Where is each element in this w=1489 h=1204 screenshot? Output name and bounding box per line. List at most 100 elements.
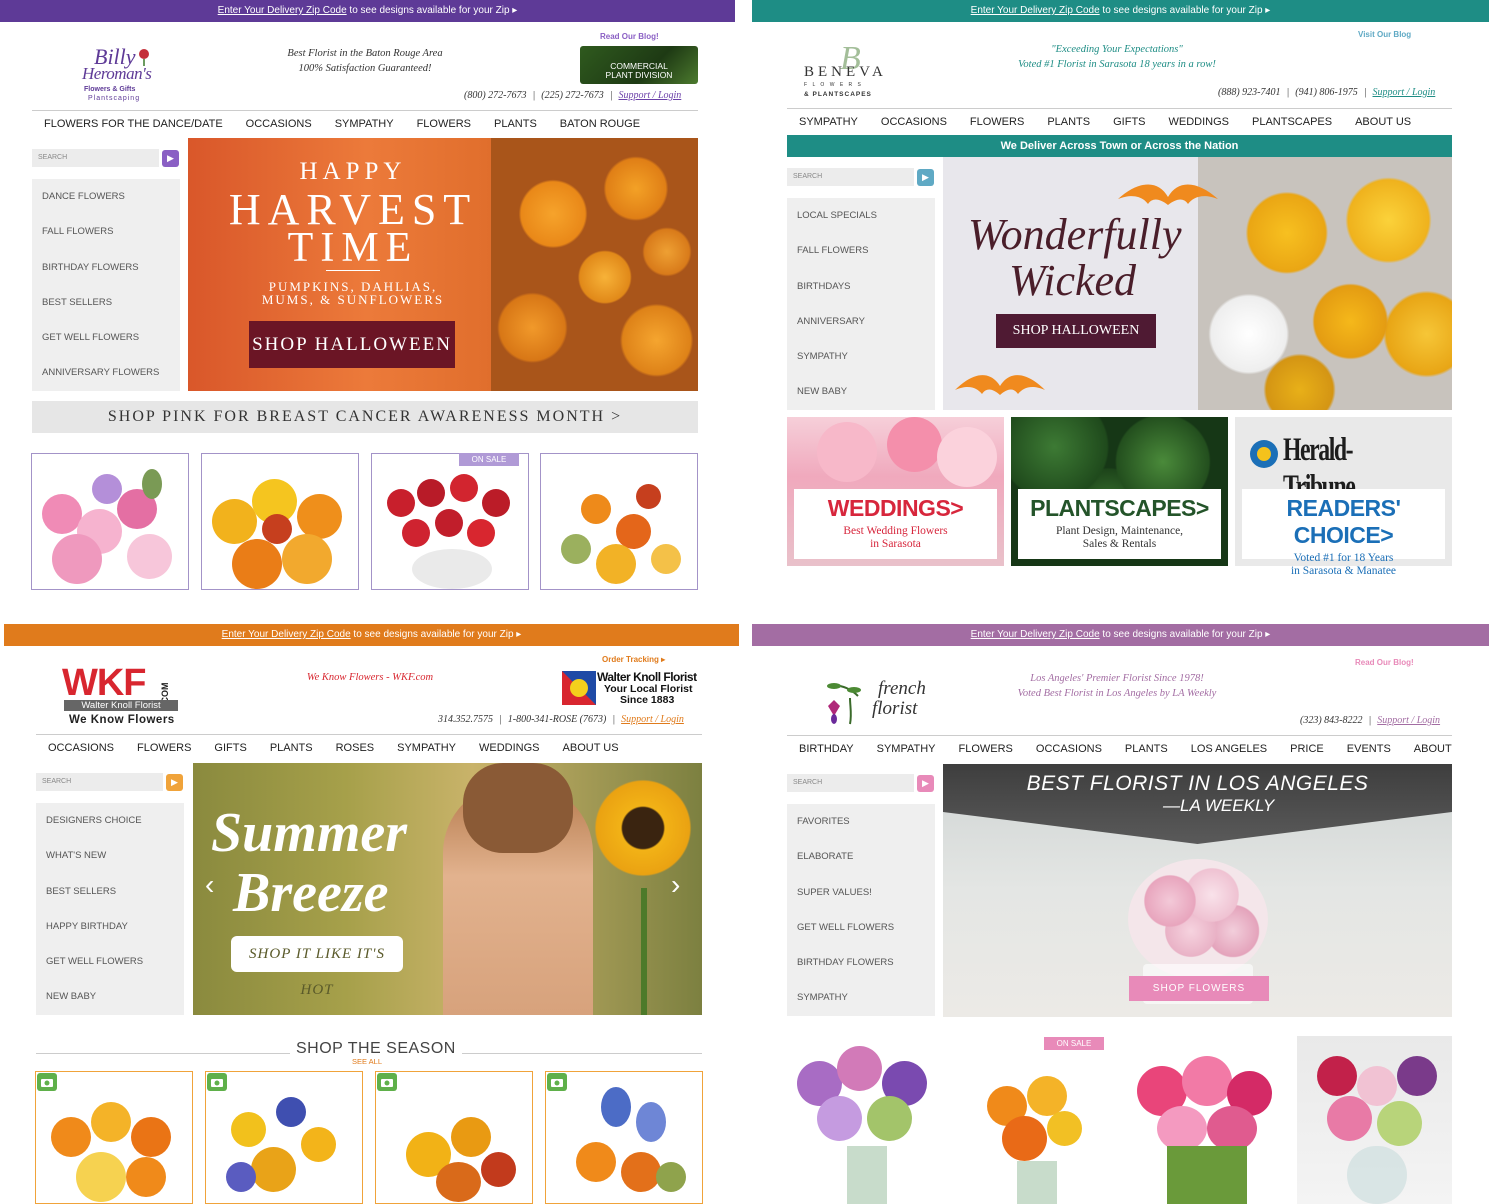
search-arrow-icon[interactable]: ▶	[162, 150, 179, 167]
zip-code-link[interactable]: Enter Your Delivery Zip Code	[971, 629, 1100, 640]
sidebar-item[interactable]: ELABORATE	[787, 839, 935, 874]
phone-1[interactable]: (323) 843-8222	[1300, 715, 1363, 726]
chevron-right-icon[interactable]: ›	[671, 869, 680, 901]
billy-logo[interactable]: Billy Heroman's Flowers & Gifts Plantsca…	[78, 44, 163, 104]
wkf-logo[interactable]: WKF .COM Walter Knoll Florist We Know Fl…	[62, 662, 187, 730]
sidebar-item[interactable]: NEW BABY	[36, 979, 184, 1014]
nav-flowers[interactable]: FLOWERS	[417, 118, 471, 130]
support-login-link[interactable]: Support / Login	[1377, 715, 1440, 726]
sidebar-item[interactable]: BIRTHDAY FLOWERS	[32, 250, 180, 285]
phone-2[interactable]: (941) 806-1975	[1295, 87, 1358, 98]
shop-halloween-button[interactable]: SHOP HALLOWEEN	[996, 314, 1156, 348]
nav-weddings[interactable]: WEDDINGS	[479, 742, 540, 754]
hero-banner[interactable]: Summer Breeze SHOP IT LIKE IT'S HOT ‹ ›	[193, 763, 702, 1015]
french-florist-logo[interactable]: french florist	[820, 674, 930, 730]
nav-occasions[interactable]: OCCASIONS	[1036, 743, 1102, 755]
nav-occasions[interactable]: OCCASIONS	[48, 742, 114, 754]
sidebar-item[interactable]: DESIGNERS CHOICE	[36, 803, 184, 838]
sidebar-item[interactable]: BIRTHDAYS	[787, 269, 935, 304]
product-tile[interactable]	[371, 453, 529, 590]
sidebar-item[interactable]: BEST SELLERS	[36, 874, 184, 909]
nav-dance[interactable]: FLOWERS FOR THE DANCE/DATE	[44, 118, 223, 130]
support-login-link[interactable]: Support / Login	[621, 714, 684, 725]
sidebar-item[interactable]: BEST SELLERS	[32, 285, 180, 320]
sidebar-item[interactable]: SYMPATHY	[787, 980, 935, 1015]
zip-code-link[interactable]: Enter Your Delivery Zip Code	[971, 5, 1100, 16]
phone-1[interactable]: (800) 272-7673	[464, 90, 527, 101]
sidebar-item[interactable]: GET WELL FLOWERS	[36, 944, 184, 979]
sidebar-item[interactable]: WHAT'S NEW	[36, 838, 184, 873]
nav-gifts[interactable]: GIFTS	[214, 742, 246, 754]
sidebar-item[interactable]: ANNIVERSARY FLOWERS	[32, 355, 180, 390]
product-tile[interactable]	[1127, 1036, 1285, 1204]
sidebar-item[interactable]: GET WELL FLOWERS	[32, 320, 180, 355]
product-tile[interactable]	[545, 1071, 703, 1204]
zip-code-link[interactable]: Enter Your Delivery Zip Code	[222, 629, 351, 640]
sidebar-item[interactable]: SYMPATHY	[787, 339, 935, 374]
blog-link[interactable]: Read Our Blog!	[1355, 658, 1414, 667]
product-tile[interactable]	[31, 453, 189, 590]
sidebar-item[interactable]: DANCE FLOWERS	[32, 179, 180, 214]
sidebar-item[interactable]: ANNIVERSARY	[787, 304, 935, 339]
nav-price[interactable]: PRICE	[1290, 743, 1324, 755]
shop-halloween-button[interactable]: SHOP HALLOWEEN	[249, 321, 455, 368]
sidebar-item[interactable]: LOCAL SPECIALS	[787, 198, 935, 233]
nav-sympathy[interactable]: SYMPATHY	[335, 118, 394, 130]
plantscapes-tile[interactable]: PLANTSCAPES> Plant Design, Maintenance, …	[1011, 417, 1228, 566]
nav-birthday[interactable]: BIRTHDAY	[799, 743, 854, 755]
product-tile[interactable]	[375, 1071, 533, 1204]
hero-banner[interactable]: HAPPY HARVEST TIME PUMPKINS, DAHLIAS, MU…	[188, 138, 698, 391]
zip-code-bar[interactable]: Enter Your Delivery Zip Code to see desi…	[0, 0, 735, 22]
nav-weddings[interactable]: WEDDINGS	[1169, 116, 1230, 128]
sidebar-item[interactable]: NEW BABY	[787, 374, 935, 409]
product-tile[interactable]	[957, 1036, 1115, 1204]
pink-awareness-banner[interactable]: SHOP PINK FOR BREAST CANCER AWARENESS MO…	[32, 401, 698, 433]
nav-roses[interactable]: ROSES	[336, 742, 375, 754]
sidebar-item[interactable]: FAVORITES	[787, 804, 935, 839]
support-login-link[interactable]: Support / Login	[1373, 87, 1436, 98]
nav-baton-rouge[interactable]: BATON ROUGE	[560, 118, 640, 130]
nav-about-us[interactable]: ABOUT US	[563, 742, 619, 754]
zip-code-bar[interactable]: Enter Your Delivery Zip Code to see desi…	[752, 0, 1489, 22]
nav-sympathy[interactable]: SYMPATHY	[397, 742, 456, 754]
search-arrow-icon[interactable]: ▶	[917, 169, 934, 186]
zip-code-link[interactable]: Enter Your Delivery Zip Code	[218, 5, 347, 16]
commercial-plant-button[interactable]: COMMERCIAL PLANT DIVISION	[580, 46, 698, 84]
nav-sympathy[interactable]: SYMPATHY	[877, 743, 936, 755]
search-input[interactable]: SEARCH	[36, 773, 163, 791]
nav-plantscapes[interactable]: PLANTSCAPES	[1252, 116, 1332, 128]
phone-2[interactable]: 1-800-341-ROSE (7673)	[508, 714, 607, 725]
nav-events[interactable]: EVENTS	[1347, 743, 1391, 755]
phone-2[interactable]: (225) 272-7673	[541, 90, 604, 101]
phone-1[interactable]: 314.352.7575	[438, 714, 493, 725]
product-tile[interactable]	[540, 453, 698, 590]
camera-icon[interactable]	[37, 1073, 57, 1091]
product-tile[interactable]	[35, 1071, 193, 1204]
search-arrow-icon[interactable]: ▶	[917, 775, 934, 792]
nav-los-angeles[interactable]: LOS ANGELES	[1191, 743, 1267, 755]
sidebar-item[interactable]: SUPER VALUES!	[787, 875, 935, 910]
zip-code-bar[interactable]: Enter Your Delivery Zip Code to see desi…	[4, 624, 739, 646]
phone-1[interactable]: (888) 923-7401	[1218, 87, 1281, 98]
readers-choice-tile[interactable]: Herald-Tribune READERS' CHOICE> Voted #1…	[1235, 417, 1452, 577]
nav-plants[interactable]: PLANTS	[1047, 116, 1090, 128]
product-tile[interactable]	[787, 1036, 945, 1204]
nav-sympathy[interactable]: SYMPATHY	[799, 116, 858, 128]
product-tile[interactable]	[205, 1071, 363, 1204]
blog-link[interactable]: Visit Our Blog	[1358, 30, 1411, 39]
nav-plants[interactable]: PLANTS	[494, 118, 537, 130]
search-input[interactable]: SEARCH	[32, 149, 159, 167]
camera-icon[interactable]	[377, 1073, 397, 1091]
sidebar-item[interactable]: FALL FLOWERS	[787, 233, 935, 268]
search-input[interactable]: SEARCH	[787, 168, 914, 186]
nav-plants[interactable]: PLANTS	[1125, 743, 1168, 755]
shop-flowers-button[interactable]: SHOP FLOWERS	[1129, 976, 1269, 1001]
nav-flowers[interactable]: FLOWERS	[959, 743, 1013, 755]
nav-occasions[interactable]: OCCASIONS	[881, 116, 947, 128]
hero-banner[interactable]: BEST FLORIST IN LOS ANGELES —LA WEEKLY S…	[943, 764, 1452, 1017]
search-input[interactable]: SEARCH	[787, 774, 914, 792]
sidebar-item[interactable]: HAPPY BIRTHDAY	[36, 909, 184, 944]
product-tile[interactable]	[201, 453, 359, 590]
nav-plants[interactable]: PLANTS	[270, 742, 313, 754]
nav-flowers[interactable]: FLOWERS	[137, 742, 191, 754]
